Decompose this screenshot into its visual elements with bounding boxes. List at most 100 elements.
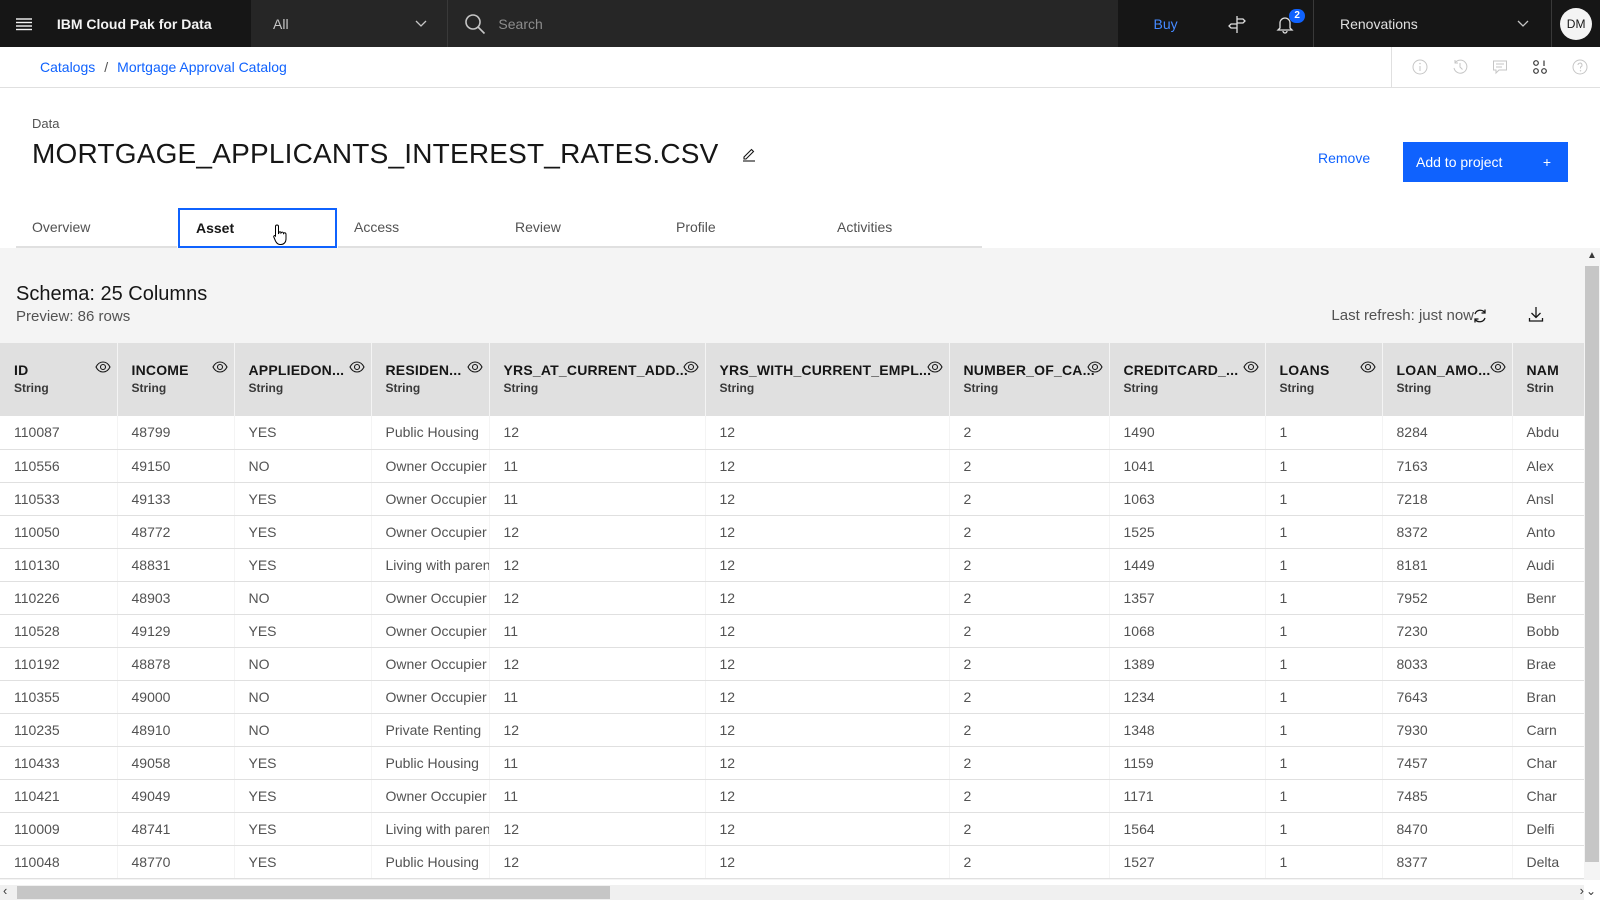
column-header[interactable]: RESIDEN... String	[371, 343, 490, 416]
table-cell: 49049	[117, 779, 235, 813]
column-header[interactable]: ID String	[0, 343, 118, 416]
history-button[interactable]	[1440, 47, 1480, 87]
guided-tour-button[interactable]	[1213, 0, 1261, 47]
eye-icon[interactable]	[1489, 360, 1506, 378]
data-lineage-button[interactable]	[1520, 47, 1560, 87]
table-row[interactable]: 110130 48831 YES Living with paren 12 12 2 1449…	[0, 548, 1584, 582]
eye-icon[interactable]	[211, 360, 228, 378]
table-row[interactable]: 110050 48772 YES Owner Occupier 12 12 2 1525 1 83…	[0, 515, 1584, 549]
eye-icon[interactable]	[348, 360, 365, 378]
menu-button[interactable]	[0, 0, 48, 47]
tab-profile[interactable]: Profile	[660, 208, 821, 248]
table-cell: YES	[234, 779, 372, 813]
table-row[interactable]: 110048 48770 YES Public Housing 12 12 2 1527 1 83…	[0, 845, 1584, 879]
table-row[interactable]: 110556 49150 NO Owner Occupier 11 12 2 1041 1 716…	[0, 449, 1584, 483]
avatar[interactable]: DM	[1560, 7, 1593, 40]
refresh-button[interactable]	[1472, 308, 1488, 329]
table-cell: 8470	[1382, 812, 1513, 846]
table-cell: 12	[705, 515, 950, 549]
scroll-down-arrow-icon[interactable]: ⌄	[1586, 884, 1596, 898]
help-icon	[1572, 59, 1588, 75]
table-cell: 7218	[1382, 482, 1513, 516]
eye-icon[interactable]	[926, 360, 943, 378]
table-cell: 7952	[1382, 581, 1513, 615]
column-header[interactable]: NUMBER_OF_CA... String	[949, 343, 1110, 416]
breadcrumb-catalogs[interactable]: Catalogs	[40, 59, 95, 75]
table-cell: 8284	[1382, 416, 1513, 450]
buy-link[interactable]: Buy	[1118, 16, 1214, 32]
table-row[interactable]: 110421 49049 YES Owner Occupier 11 12 2 1171 1 74…	[0, 779, 1584, 813]
help-button[interactable]	[1560, 47, 1600, 87]
tab-asset[interactable]: Asset	[178, 208, 337, 248]
table-cell: 7230	[1382, 614, 1513, 648]
product-name[interactable]: IBM Cloud Pak for Data	[48, 16, 251, 32]
table-row[interactable]: 110533 49133 YES Owner Occupier 11 12 2 1063 1 72…	[0, 482, 1584, 516]
table-cell: Delfi	[1512, 812, 1584, 846]
horizontal-scroll-thumb[interactable]	[17, 886, 610, 899]
column-header[interactable]: YRS_WITH_CURRENT_EMPL... String	[705, 343, 950, 416]
table-cell: 12	[489, 845, 706, 879]
comments-button[interactable]	[1480, 47, 1520, 87]
table-row[interactable]: 110087 48799 YES Public Housing 12 12 2 1490 1 82…	[0, 416, 1584, 450]
column-header[interactable]: APPLIEDON... String	[234, 343, 372, 416]
remove-button[interactable]: Remove	[1318, 150, 1370, 166]
add-to-project-button[interactable]: Add to project +	[1403, 142, 1568, 182]
table-cell: Owner Occupier	[371, 614, 490, 648]
info-button[interactable]	[1400, 47, 1440, 87]
vertical-scrollbar[interactable]: ▲	[1584, 248, 1600, 880]
table-cell: 110235	[0, 713, 118, 747]
table-row[interactable]: 110355 49000 NO Owner Occupier 11 12 2 1234 1 764…	[0, 680, 1584, 714]
search-input[interactable]: Search	[448, 0, 1118, 47]
edit-name-button[interactable]	[741, 146, 757, 162]
eye-icon[interactable]	[1242, 360, 1259, 378]
table-row[interactable]: 110192 48878 NO Owner Occupier 12 12 2 1389 1 803…	[0, 647, 1584, 681]
info-icon	[1412, 59, 1428, 75]
scroll-right-arrow-icon[interactable]: ›	[1580, 883, 1584, 898]
table-row[interactable]: 110009 48741 YES Living with paren 12 12 2 1564…	[0, 812, 1584, 846]
table-cell: YES	[234, 614, 372, 648]
search-scope-value: All	[273, 15, 289, 32]
project-dropdown[interactable]: Renovations	[1312, 0, 1553, 47]
table-cell: NO	[234, 581, 372, 615]
table-cell: 1525	[1109, 515, 1266, 549]
column-header[interactable]: NAM Strin	[1512, 343, 1584, 416]
user-menu[interactable]: DM	[1552, 0, 1600, 47]
table-cell: 1	[1265, 614, 1383, 648]
table-row[interactable]: 110433 49058 YES Public Housing 11 12 2 1159 1 74…	[0, 746, 1584, 780]
table-cell: 12	[705, 647, 950, 681]
column-header[interactable]: INCOME String	[117, 343, 235, 416]
column-header[interactable]: YRS_AT_CURRENT_ADD... String	[489, 343, 706, 416]
table-cell: 12	[489, 515, 706, 549]
eye-icon[interactable]	[1359, 360, 1376, 378]
breadcrumb-mortgage-approval-catalog[interactable]: Mortgage Approval Catalog	[117, 59, 287, 75]
eye-icon[interactable]	[94, 360, 111, 378]
horizontal-scrollbar[interactable]: ‹ ›	[0, 883, 1584, 900]
table-cell: Public Housing	[371, 746, 490, 780]
scroll-left-arrow-icon[interactable]: ‹	[3, 883, 7, 898]
vertical-scroll-thumb[interactable]	[1585, 266, 1599, 862]
scroll-up-arrow-icon[interactable]: ▲	[1587, 250, 1597, 261]
breadcrumb-separator: /	[104, 59, 109, 75]
table-row[interactable]: 110235 48910 NO Private Renting 12 12 2 1348 1 79…	[0, 713, 1584, 747]
table-cell: 12	[705, 482, 950, 516]
eye-icon[interactable]	[466, 360, 483, 378]
tab-review[interactable]: Review	[499, 208, 660, 248]
column-header[interactable]: CREDITCARD_... String	[1109, 343, 1266, 416]
table-cell: 48770	[117, 845, 235, 879]
download-button[interactable]	[1528, 306, 1544, 327]
table-row[interactable]: 110528 49129 YES Owner Occupier 11 12 2 1068 1 72…	[0, 614, 1584, 648]
tab-access[interactable]: Access	[338, 208, 499, 248]
eye-icon[interactable]	[1086, 360, 1103, 378]
column-header[interactable]: LOANS String	[1265, 343, 1383, 416]
column-header[interactable]: LOAN_AMO... String	[1382, 343, 1513, 416]
search-scope-dropdown[interactable]: All	[251, 0, 449, 47]
notifications-button[interactable]: 2	[1261, 0, 1309, 47]
eye-icon[interactable]	[682, 360, 699, 378]
table-cell: 11	[489, 746, 706, 780]
table-cell: Public Housing	[371, 416, 490, 450]
table-cell: 11	[489, 614, 706, 648]
tab-overview[interactable]: Overview	[16, 208, 177, 248]
table-cell: Alex	[1512, 449, 1584, 483]
tab-activities[interactable]: Activities	[821, 208, 982, 248]
table-row[interactable]: 110226 48903 NO Owner Occupier 12 12 2 1357 1 795…	[0, 581, 1584, 615]
